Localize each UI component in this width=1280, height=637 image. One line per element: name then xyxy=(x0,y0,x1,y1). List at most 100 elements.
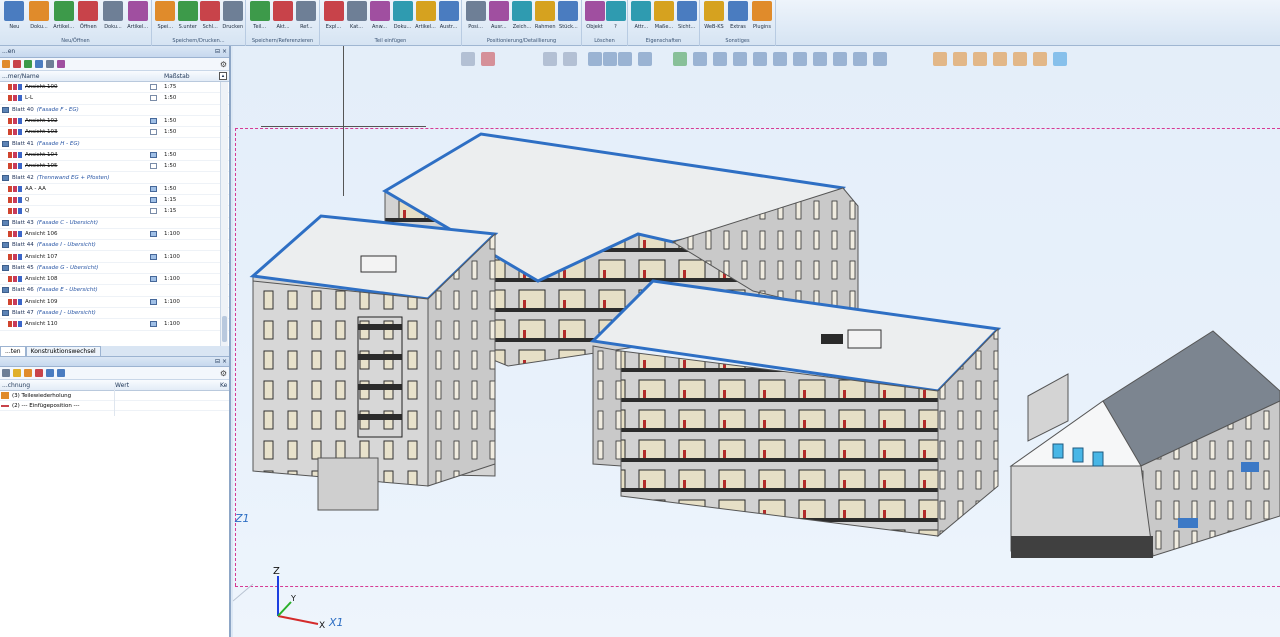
collapse-icon[interactable]: ▴ xyxy=(219,72,227,80)
ribbon-button-label: Attr... xyxy=(634,24,649,30)
tree-view-row[interactable]: Q 1:15 xyxy=(0,195,229,207)
tree-view-row[interactable]: Ansicht 109 1:100 xyxy=(0,297,229,308)
3d-viewport[interactable]: Z Y X X1 Z1 xyxy=(233,46,1280,637)
ribbon-button-label: Posi... xyxy=(468,24,483,30)
column-extra[interactable]: Ke xyxy=(220,382,227,389)
tree-sheet-row[interactable]: Blatt 43 (Fasade C - Übersicht) xyxy=(0,218,229,229)
ribbon-button[interactable]: Plugins xyxy=(750,1,774,35)
ribbon-button[interactable]: Ref... xyxy=(295,1,318,35)
ribbon-button[interactable]: Kat... xyxy=(345,1,368,35)
ribbon-button[interactable]: Öffnen xyxy=(76,1,101,35)
ribbon-button[interactable]: Artikel... xyxy=(414,1,437,35)
ribbon-button[interactable]: Artikel... xyxy=(51,1,76,35)
add-view-icon[interactable] xyxy=(24,60,32,68)
ribbon-button[interactable]: Artikel... xyxy=(125,1,150,35)
part-icon[interactable] xyxy=(35,369,43,377)
ribbon-button[interactable]: Austr... xyxy=(437,1,460,35)
ribbon-button-icon xyxy=(415,1,436,21)
ribbon-button[interactable]: S.unter xyxy=(177,1,200,35)
sheet-icon xyxy=(2,310,9,317)
sheet-icon xyxy=(2,140,9,147)
delete-icon[interactable] xyxy=(57,60,65,68)
tab-construction-change[interactable]: Konstruktionswechsel xyxy=(25,346,101,356)
tree-view-row[interactable]: Ansicht 106 1:100 xyxy=(0,229,229,241)
ribbon-button[interactable]: Zeich... xyxy=(510,1,533,35)
ribbon-button[interactable]: Extras xyxy=(726,1,750,35)
view-name: Ansicht 108 xyxy=(25,276,58,283)
view-type-icon xyxy=(8,276,22,283)
gear-icon[interactable]: ⚙ xyxy=(220,369,227,378)
column-designation[interactable]: ...chnung xyxy=(0,382,115,389)
ribbon-button[interactable]: Sicht... xyxy=(675,1,698,35)
ribbon-button[interactable]: Attr... xyxy=(630,1,653,35)
sort-desc-icon[interactable] xyxy=(57,369,65,377)
sort-icon[interactable] xyxy=(35,60,43,68)
tree-view-row[interactable]: Ansicht 100 1:75 xyxy=(0,82,229,94)
ribbon-button[interactable]: Akt... xyxy=(271,1,294,35)
ribbon-button[interactable]: Stück... xyxy=(557,1,580,35)
ribbon-button[interactable]: Spei... xyxy=(154,1,177,35)
ribbon-button[interactable]: Doku... xyxy=(27,1,52,35)
y-axis-line xyxy=(277,601,292,617)
folder-icon[interactable] xyxy=(24,369,32,377)
tree-sheet-row[interactable]: Blatt 46 (Fasade E - Übersicht) xyxy=(0,285,229,297)
ribbon-button[interactable]: Rahmen xyxy=(534,1,557,35)
ribbon-button[interactable]: WeB-KS xyxy=(702,1,726,35)
sheet-subtitle: (Fasade I - Übersicht) xyxy=(36,242,96,249)
tree-view-row[interactable]: Ansicht 110 1:100 xyxy=(0,319,229,331)
ribbon-group-title: Speichern/Drucken... xyxy=(172,38,225,44)
ribbon-button[interactable]: ? xyxy=(605,1,626,35)
ribbon-button[interactable]: Teil... xyxy=(248,1,271,35)
tree-sheet-row[interactable]: Blatt 45 (Fasade G - Übersicht) xyxy=(0,263,229,275)
tree-scrollbar[interactable] xyxy=(220,82,228,346)
view-scale: 1:50 xyxy=(164,95,177,102)
sheet-tree: Ansicht 100 1:75 L-L 1:50 Blatt 40 (Fasade F … xyxy=(0,82,229,346)
column-value[interactable]: Wert xyxy=(115,382,220,389)
tree-view-row[interactable]: Ansicht 104 1:50 xyxy=(0,150,229,162)
tab-views[interactable]: ...ten xyxy=(0,346,26,356)
ribbon-button[interactable]: Anw... xyxy=(368,1,391,35)
sort-icon[interactable] xyxy=(46,369,54,377)
filter-icon[interactable] xyxy=(46,60,54,68)
column-scale[interactable]: Maßstab xyxy=(162,73,212,80)
tree-view-row[interactable]: Ansicht 107 1:100 xyxy=(0,251,229,263)
tree-view-row[interactable]: AA - AA 1:50 xyxy=(0,184,229,195)
tree-view-row[interactable]: Ansicht 103 1:50 xyxy=(0,127,229,139)
ribbon-group-title: Sonstiges xyxy=(725,38,750,44)
scrollbar-thumb[interactable] xyxy=(222,316,227,342)
ribbon-button[interactable]: Objekt xyxy=(584,1,605,35)
column-name[interactable]: ...mer/Name xyxy=(0,73,145,80)
ribbon-button[interactable]: Expl... xyxy=(322,1,345,35)
sheet-icon[interactable] xyxy=(13,60,21,68)
ribbon-button-label: Sicht... xyxy=(678,24,696,30)
gear-icon[interactable]: ⚙ xyxy=(220,60,227,69)
ribbon-button[interactable]: Drucken xyxy=(222,1,245,35)
ribbon-button[interactable]: Schl... xyxy=(199,1,222,35)
folder-icon[interactable] xyxy=(2,60,10,68)
ribbon-button[interactable]: Doku... xyxy=(101,1,126,35)
tree-view-row[interactable]: Ansicht 108 1:100 xyxy=(0,274,229,286)
tree-sheet-row[interactable]: Blatt 42 (Trennwand EG + Pfosten) xyxy=(0,172,229,184)
tree-view-row[interactable]: Ansicht 105 1:50 xyxy=(0,161,229,173)
tree-view-row[interactable]: L-L 1:50 xyxy=(0,93,229,105)
star-icon[interactable] xyxy=(13,369,21,377)
ribbon-button-label: Drucken xyxy=(222,24,244,30)
tree-sheet-row[interactable]: Blatt 44 (Fasade I - Übersicht) xyxy=(0,240,229,252)
ribbon-button-label: Teil... xyxy=(253,24,267,30)
tree-sheet-row[interactable]: Blatt 41 (Fasade H - EG) xyxy=(0,138,229,150)
tree-view-row[interactable]: Ansicht 102 1:50 xyxy=(0,116,229,128)
tree-view-row[interactable]: Q 1:15 xyxy=(0,206,229,218)
ribbon-button[interactable]: Maße... xyxy=(653,1,676,35)
ribbon-button[interactable]: Doku... xyxy=(391,1,414,35)
tree-sheet-row[interactable]: Blatt 47 (Fasade J - Übersicht) xyxy=(0,308,229,320)
ribbon-button-icon xyxy=(272,1,293,21)
panel-pin-close-icons[interactable]: ⊟ × xyxy=(215,48,227,55)
back-icon[interactable] xyxy=(2,369,10,377)
ribbon-button[interactable]: Posi... xyxy=(464,1,487,35)
ribbon-button[interactable]: Ausr... xyxy=(487,1,510,35)
z-axis-label: Z xyxy=(273,566,280,577)
panel-pin-close-icons[interactable]: ⊟ × xyxy=(215,358,227,365)
ribbon-button-label: Anw... xyxy=(372,24,387,30)
ribbon-button[interactable]: Neu xyxy=(2,1,27,35)
tree-sheet-row[interactable]: Blatt 40 (Fasade F - EG) xyxy=(0,105,229,116)
